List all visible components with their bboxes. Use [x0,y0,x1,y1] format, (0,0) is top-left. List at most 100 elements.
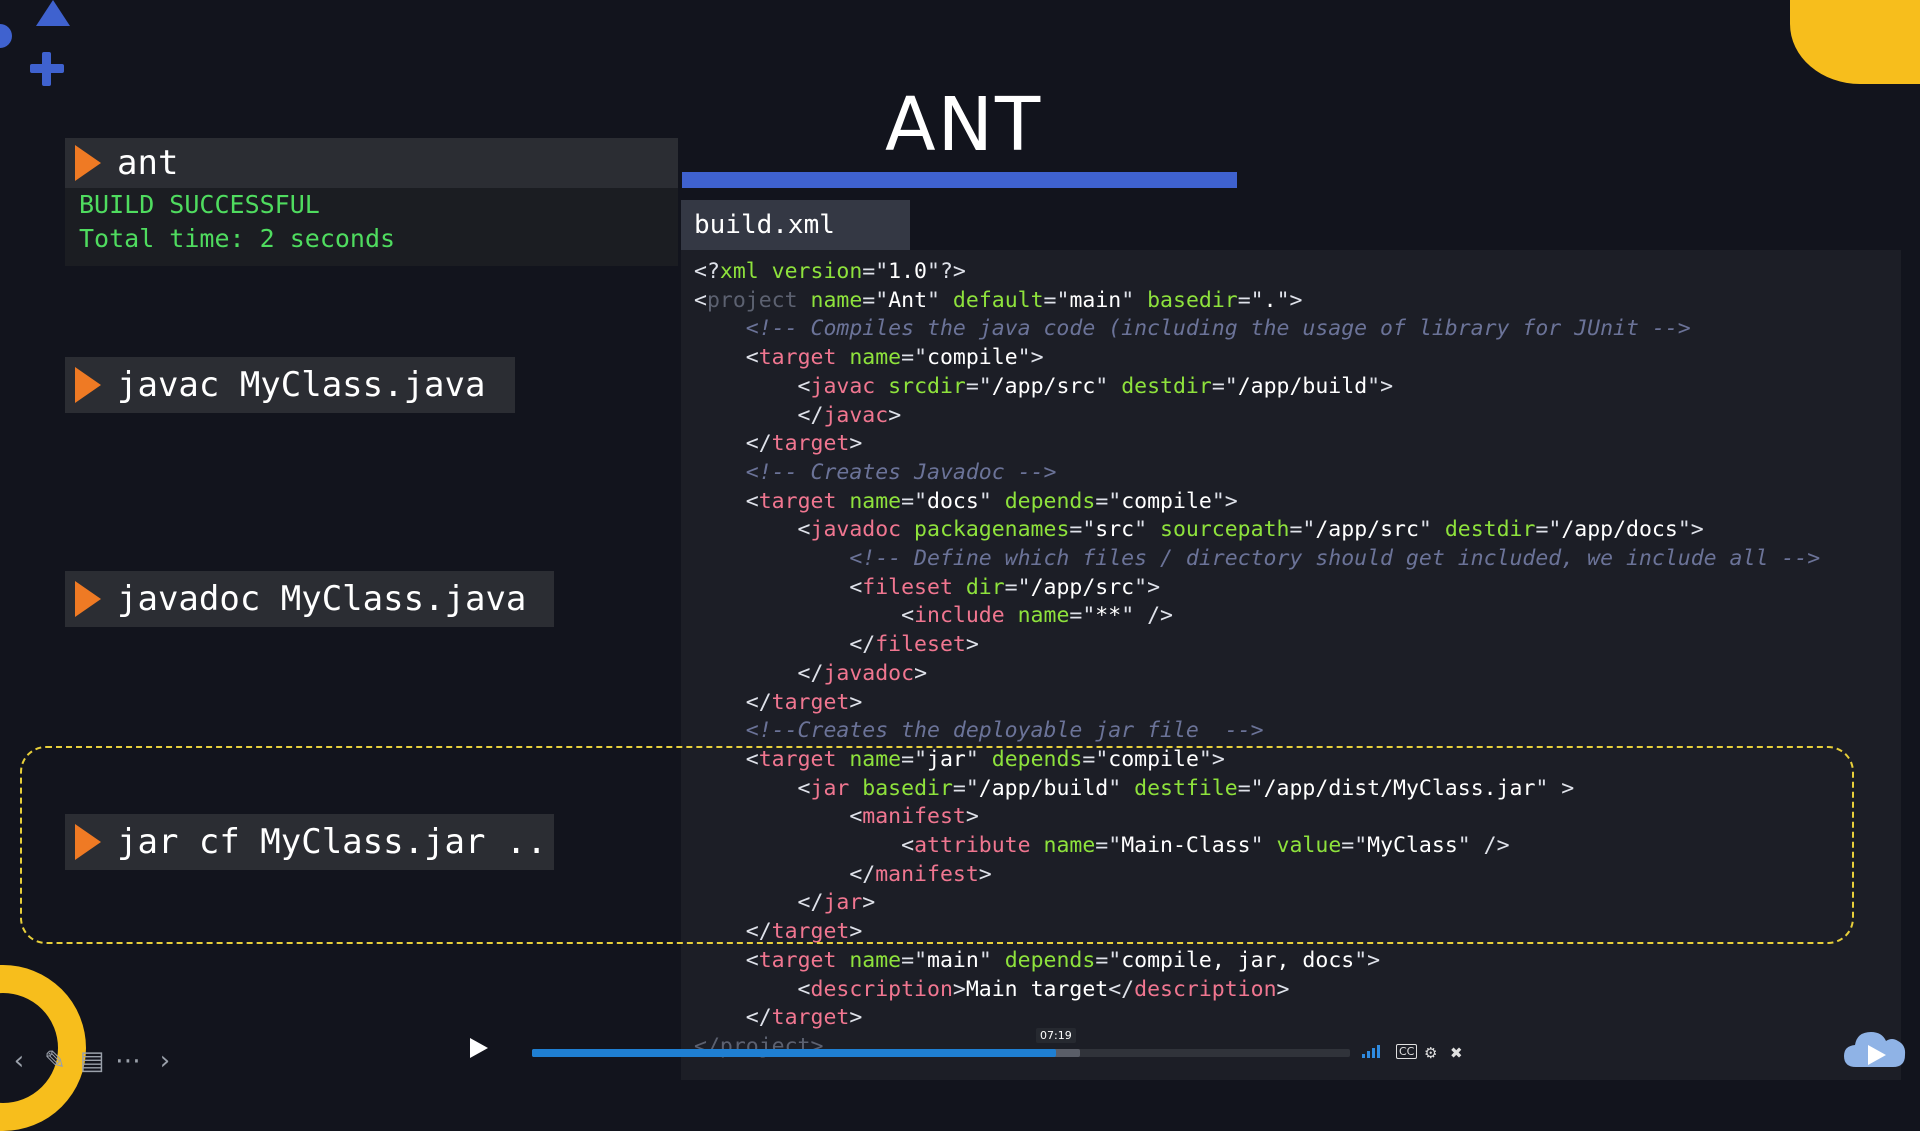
code-token: < [694,833,915,858]
jar-command-box: jar cf MyClass.jar .. [65,814,554,870]
code-token: =" [862,287,889,313]
code-token: /app/dist/MyClass.jar [1263,775,1536,801]
code-token: 1.0 [888,259,928,284]
code-token: destfile [1121,775,1238,801]
code-token: destdir [1108,373,1212,399]
gear-icon[interactable]: ⚙ [1424,1044,1437,1062]
code-token: <!-- Creates Javadoc --> [694,459,1057,485]
code-token: name [836,488,902,514]
play-icon[interactable] [470,1038,488,1058]
code-token: =" [901,746,928,772]
arrow-left-icon[interactable]: ‹ [2,1044,36,1078]
code-token: value [1263,833,1342,858]
code-token: compile [1108,746,1199,772]
play-arrow-icon [75,824,101,860]
more-icon[interactable]: ⋯ [111,1044,145,1078]
javadoc-command-text: javadoc MyClass.java [117,579,527,619]
code-token: =" [1069,603,1096,629]
code-token: javac [810,373,876,399]
code-line: <attribute name="Main-Class" value="MyCl… [694,832,1509,860]
code-token: compile [927,345,1018,371]
code-line: <description>Main target</description> [694,976,1290,1004]
code-token: </ [694,431,772,457]
title-underline [682,172,1237,188]
code-token: project [706,287,798,313]
code-token: =" [1043,287,1070,313]
code-token: </ [694,1005,772,1031]
code-token: </ [694,660,824,686]
code-token: name [797,287,863,313]
signal-icon[interactable] [1362,1044,1380,1058]
code-line: </fileset> [694,631,978,659]
code-line: <!-- Define which files / directory shou… [694,545,1820,573]
code-token: </ [694,632,876,658]
code-token: "> [1211,488,1238,514]
code-token: > [849,1005,863,1031]
code-line: <!-- Creates Javadoc --> [694,459,1057,487]
ant-command-text: ant [117,143,179,183]
yellow-blob-decoration [1790,0,1920,84]
code-token: main [927,947,979,973]
code-token: </ [694,919,772,945]
code-token: ** [1095,603,1122,629]
code-token: "> [1134,574,1161,600]
code-token: > [888,402,902,428]
code-token: =" [1289,517,1316,543]
code-token: " [1134,517,1148,543]
code-token: =" [952,775,979,801]
code-token: target [771,1005,850,1031]
code-token: include [914,603,1005,629]
fullscreen-icon[interactable]: ✖ [1450,1044,1463,1062]
cloud-play-icon [1844,1032,1906,1067]
code-token: </ [694,890,824,916]
code-token: name [1030,833,1096,858]
code-token: < [694,517,811,543]
code-token: javac [823,402,889,428]
code-line: <!-- Compiles the java code (including t… [694,315,1691,343]
code-token: < [694,976,811,1002]
code-token: /app/src [1315,517,1419,543]
code-token: javadoc [810,517,902,543]
code-token: <!--Creates the deployable jar file --> [694,718,1264,744]
code-token: packagenames [901,517,1070,543]
circle-decoration [0,24,12,48]
code-token: srcdir [875,373,966,399]
time-tooltip: 07:19 [1036,1028,1076,1043]
code-token: " /> [1121,603,1173,629]
code-token: /app/src [1030,574,1135,600]
code-token: > [1276,976,1290,1002]
arrow-right-icon[interactable]: › [148,1044,182,1078]
progress-track[interactable] [532,1049,1350,1057]
code-token: name [836,746,902,772]
code-token: "> [1276,287,1303,313]
jar-command-text: jar cf MyClass.jar .. [117,822,547,862]
code-token: Ant [888,287,928,313]
pencil-icon[interactable]: ✎ [38,1044,72,1078]
code-token: "> [1354,947,1381,973]
code-token: =" [1237,287,1264,313]
code-token: < [694,775,811,801]
plus-decoration [30,52,64,86]
code-token: fileset [862,574,953,600]
code-token: =" [1341,833,1368,858]
code-token: basedir [1134,287,1238,313]
ant-output-line-2: Total time: 2 seconds [79,224,396,253]
code-token: target [758,488,837,514]
code-token: jar [823,890,863,916]
code-token: target [771,689,850,715]
code-token: " > [1535,775,1575,801]
code-token: </ [694,689,772,715]
triangle-decoration [36,0,70,26]
captions-icon[interactable]: ▤ [75,1044,109,1078]
cc-icon[interactable]: CC [1396,1044,1418,1059]
code-token: default [939,287,1044,313]
code-token: target [758,345,837,371]
code-token: < [694,287,707,313]
code-line: </target> [694,1004,863,1032]
code-token: " [927,287,940,313]
code-line: <include name="**" /> [694,602,1173,630]
code-token: < [694,804,863,830]
code-token: description [810,976,953,1002]
code-token: fileset [875,632,966,658]
javadoc-command-box: javadoc MyClass.java [65,571,554,627]
